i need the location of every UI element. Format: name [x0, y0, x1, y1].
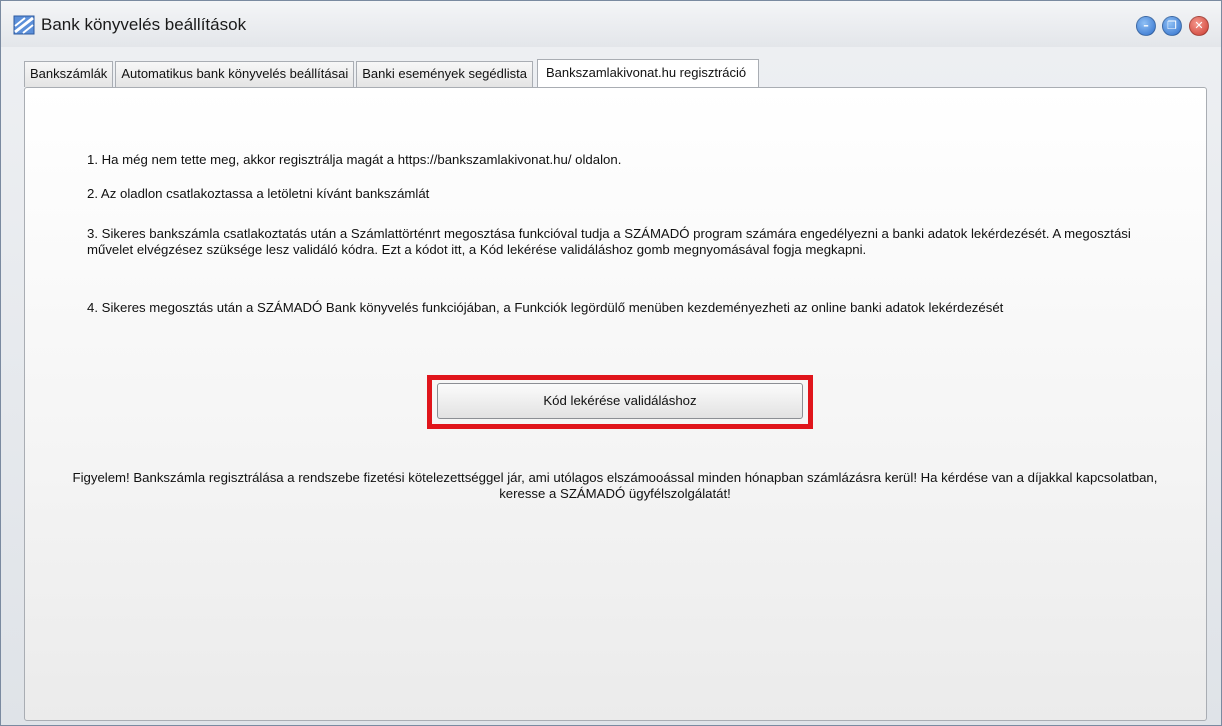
fee-warning-text: Figyelem! Bankszámla regisztrálása a ren…: [72, 470, 1158, 501]
restore-icon: ❐: [1167, 19, 1177, 32]
tab-automatic-booking-settings[interactable]: Automatikus bank könyvelés beállításai: [115, 61, 355, 87]
tab-registration[interactable]: Bankszamlakivonat.hu regisztráció: [536, 59, 760, 89]
tab-strip: Bankszámlák Automatikus bank könyvelés b…: [24, 59, 761, 89]
bank-settings-icon: [13, 14, 35, 36]
instruction-step-1: 1. Ha még nem tette meg, akkor regisztrá…: [87, 152, 622, 167]
minimize-button[interactable]: –: [1136, 16, 1156, 36]
tab-bankszamlak[interactable]: Bankszámlák: [24, 61, 114, 87]
restore-button[interactable]: ❐: [1162, 16, 1182, 36]
minimize-icon: –: [1143, 19, 1149, 32]
close-button[interactable]: ✕: [1189, 16, 1209, 36]
close-icon: ✕: [1194, 19, 1204, 32]
instruction-step-2: 2. Az oladlon csatlakoztassa a letöletni…: [87, 186, 430, 201]
registration-panel: 1. Ha még nem tette meg, akkor regisztrá…: [24, 87, 1207, 721]
settings-window: Bank könyvelés beállítások – ❐ ✕ Bankszá…: [0, 0, 1222, 726]
tab-bank-events-list[interactable]: Banki események segédlista: [356, 61, 533, 87]
instruction-step-3: 3. Sikeres bankszámla csatlakoztatás utá…: [87, 226, 1131, 257]
title-bar[interactable]: Bank könyvelés beállítások – ❐ ✕: [1, 1, 1221, 47]
instruction-step-4: 4. Sikeres megosztás után a SZÁMADÓ Bank…: [87, 300, 1004, 315]
get-validation-code-button[interactable]: Kód lekérése validáláshoz: [437, 383, 803, 419]
window-title: Bank könyvelés beállítások: [41, 15, 247, 34]
